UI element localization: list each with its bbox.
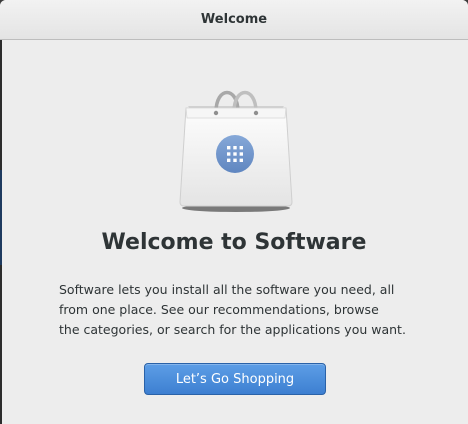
description-line: from one place. See our recommendations,… [59, 302, 379, 317]
welcome-description: Software lets you install all the softwa… [59, 280, 419, 340]
background-window-edge [0, 40, 2, 424]
welcome-heading: Welcome to Software [101, 230, 367, 255]
description-line: Software lets you install all the softwa… [59, 282, 395, 297]
dialog-title: Welcome [200, 12, 268, 27]
background-window-strip [0, 170, 2, 265]
description-line: the categories, or search for the applic… [59, 322, 406, 337]
button-label: Let’s Go Shopping [175, 371, 295, 387]
dialog-titlebar[interactable]: Welcome [0, 0, 468, 40]
welcome-dialog: Welcome Welcome to Software Software let… [0, 0, 468, 424]
shopping-bag-icon [179, 90, 293, 212]
lets-go-shopping-button[interactable]: Let’s Go Shopping [144, 363, 326, 395]
app-grid-icon [227, 146, 243, 162]
welcome-content: Welcome to Software Software lets you in… [0, 40, 468, 424]
